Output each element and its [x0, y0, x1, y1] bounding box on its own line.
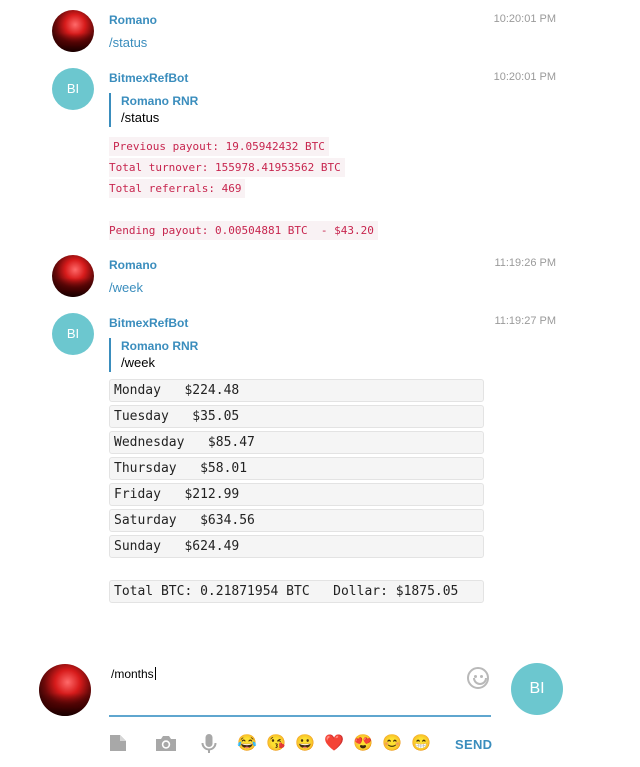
microphone-icon[interactable] — [199, 732, 221, 756]
code-line: Total turnover: 155978.41953562 BTC — [109, 158, 345, 177]
reply-author: Romano RNR — [121, 339, 199, 353]
bot-avatar[interactable]: BI — [52, 313, 94, 355]
message-time: 11:19:27 PM — [494, 315, 556, 327]
emoji-picker-icon[interactable] — [467, 667, 489, 689]
emoji-heart-eyes-icon[interactable]: 😍 — [352, 734, 374, 754]
week-row-sunday: Sunday $624.49 — [109, 535, 484, 558]
week-total-row: Total BTC: 0.21871954 BTC Dollar: $1875.… — [109, 580, 484, 603]
message-text[interactable]: /status — [109, 35, 147, 50]
week-row-friday: Friday $212.99 — [109, 483, 484, 506]
bot-avatar[interactable]: BI — [52, 68, 94, 110]
composer-user-avatar[interactable] — [39, 664, 91, 716]
sender-name[interactable]: BitmexRefBot — [109, 71, 188, 85]
reply-quote[interactable]: Romano RNR /status — [109, 93, 198, 127]
week-row-thursday: Thursday $58.01 — [109, 457, 484, 480]
camera-icon[interactable] — [154, 732, 176, 756]
emoji-beaming-icon[interactable]: 😁 — [410, 734, 432, 754]
emoji-heart-icon[interactable]: ❤️ — [323, 734, 345, 754]
send-button[interactable]: SEND — [455, 737, 492, 752]
reply-text: /status — [121, 110, 160, 125]
reply-quote[interactable]: Romano RNR /week — [109, 338, 198, 372]
sender-name[interactable]: BitmexRefBot — [109, 316, 188, 330]
week-row-saturday: Saturday $634.56 — [109, 509, 484, 532]
emoji-tears-of-joy-icon[interactable]: 😂 — [236, 734, 258, 754]
message-text[interactable]: /week — [109, 280, 143, 295]
message-input-value[interactable]: /months — [111, 667, 156, 681]
message-input[interactable]: /months — [109, 664, 491, 717]
code-line: Total referrals: 469 — [109, 179, 246, 198]
code-line: Pending payout: 0.00504881 BTC - $43.20 — [109, 221, 378, 240]
text-caret — [154, 667, 156, 680]
week-row-monday: Monday $224.48 — [109, 379, 484, 402]
message-time: 11:19:26 PM — [494, 257, 556, 269]
code-line: Previous payout: 19.05942432 BTC — [109, 137, 329, 156]
composer-toolbar: 😂 😘 😀 ❤️ 😍 😊 😁 SEND — [0, 732, 640, 758]
emoji-grin-icon[interactable]: 😀 — [294, 734, 316, 754]
emoji-smile-icon[interactable]: 😊 — [381, 734, 403, 754]
user-avatar[interactable] — [52, 10, 94, 52]
file-icon[interactable] — [108, 732, 130, 756]
reply-text: /week — [121, 355, 155, 370]
user-avatar[interactable] — [52, 255, 94, 297]
chat-bot-avatar[interactable]: BI — [511, 663, 563, 715]
sender-name[interactable]: Romano — [109, 13, 157, 27]
week-row-wednesday: Wednesday $85.47 — [109, 431, 484, 454]
week-row-tuesday: Tuesday $35.05 — [109, 405, 484, 428]
sender-name[interactable]: Romano — [109, 258, 157, 272]
emoji-kiss-icon[interactable]: 😘 — [265, 734, 287, 754]
message-time: 10:20:01 PM — [493, 71, 556, 83]
reply-author: Romano RNR — [121, 94, 199, 108]
message-time: 10:20:01 PM — [493, 13, 556, 25]
